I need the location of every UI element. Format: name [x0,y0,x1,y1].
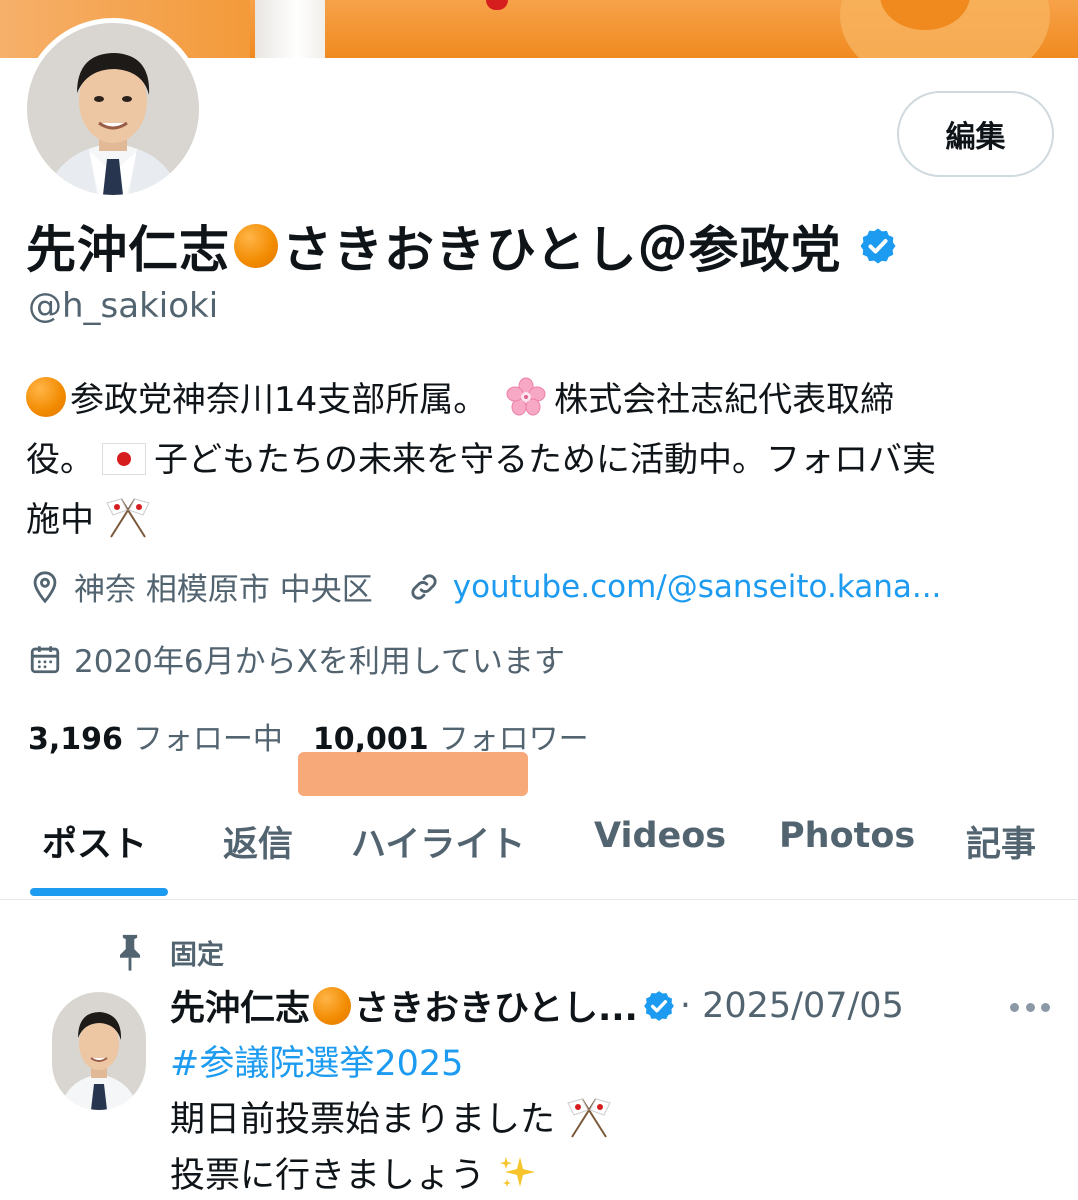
cherry-blossom-emoji-icon [506,377,546,416]
following-count: 3,196 [28,722,123,757]
bio-text-3: 施中 [26,500,94,540]
following-link[interactable]: 3,196 フォロー中 [28,714,283,758]
bio-text-2a: 役。 [26,440,94,480]
profile-joined-row: 2020年6月からXを利用しています [28,636,565,681]
tab-posts[interactable]: ポスト [42,816,147,867]
post-line-2-text: 投票に行きましょう [170,1156,486,1196]
avatar-photo [27,23,199,195]
joined-date-text: 2020年6月からXを利用しています [74,644,565,680]
pin-icon [120,934,140,971]
bio-text-2b: 子どもたちの未来を守るために活動中。フォロバ実 [154,440,936,480]
tab-articles[interactable]: 記事 [966,816,1036,867]
orange-circle-emoji-icon [313,986,352,1025]
display-name-part1: 先沖仁志 [26,221,230,279]
profile-display-name: 先沖仁志 さきおきひとし＠参政党 [26,210,898,282]
crossed-flags-emoji-icon [106,498,150,538]
profile-handle: @h_sakioki [28,286,219,326]
verified-badge-icon [643,990,674,1021]
profile-tabs: ポスト 返信 ハイライト Videos Photos 記事 [0,800,1078,900]
post-author-name-part2[interactable]: さきおきひとし... [354,980,638,1031]
edit-profile-button[interactable]: 編集 [897,91,1054,177]
tab-videos[interactable]: Videos [594,816,726,856]
pinned-label: 固定 [170,939,224,971]
orange-circle-emoji-icon [26,377,66,417]
post-header: 先沖仁志 さきおきひとし... · 2025/07/05 [170,980,904,1031]
crossed-flags-emoji-icon [567,1098,611,1138]
bio-line-2: 役。 子どもたちの未来を守るために活動中。フォロバ実 [26,430,1056,490]
pinned-indicator: 固定 [112,932,224,972]
tab-photos[interactable]: Photos [779,816,915,856]
post-line-1-text: 期日前投票始まりました [170,1100,556,1140]
post-date[interactable]: · 2025/07/05 [680,986,904,1026]
bio-text-1a: 参政党神奈川14支部所属。 [70,380,488,420]
orange-marker-highlight [298,752,528,796]
bio-text-1b: 株式会社志紀代表取締 [554,380,895,420]
location-text: 神奈 相模原市 中央区 [74,572,373,608]
tab-replies[interactable]: 返信 [223,816,293,867]
tab-highlights[interactable]: ハイライト [351,816,525,867]
sparkles-emoji-icon [500,1157,536,1187]
verified-badge-icon[interactable] [858,226,898,266]
profile-bio: 参政党神奈川14支部所属。 株式会社志紀代表取締 役。 子どもたちの未来を守るため… [26,370,1056,550]
post-line-1: 期日前投票始まりました [170,1092,612,1148]
location-pin-icon [33,570,57,603]
post-author-avatar[interactable] [52,992,146,1110]
calendar-icon [30,645,60,673]
following-label: フォロー中 [132,722,283,757]
bio-line-1: 参政党神奈川14支部所属。 株式会社志紀代表取締 [26,370,1056,430]
japan-flag-emoji-icon [102,443,146,475]
website-link[interactable]: youtube.com/@sanseito.kana... [453,569,942,605]
active-tab-indicator [30,888,168,896]
post-line-2: 投票に行きましょう [170,1148,612,1200]
post-avatar-photo [52,992,146,1110]
display-name-part2: さきおきひとし＠参政党 [282,221,842,279]
more-options-icon[interactable] [1010,1000,1050,1014]
post-hashtag[interactable]: #参議院選挙2025 [170,1036,612,1092]
profile-avatar[interactable] [22,18,204,200]
bio-line-3: 施中 [26,490,1056,550]
orange-circle-emoji-icon [234,224,278,268]
post-body[interactable]: #参議院選挙2025 期日前投票始まりました 投票に行きましょう [170,1036,612,1200]
link-icon [411,573,437,600]
banner-red-dot [486,0,508,10]
banner-photo-suit [255,0,325,58]
profile-meta-location-row: 神奈 相模原市 中央区 youtube.com/@sanseito.kana..… [28,564,941,609]
post-author-name-part1[interactable]: 先沖仁志 [170,980,310,1031]
